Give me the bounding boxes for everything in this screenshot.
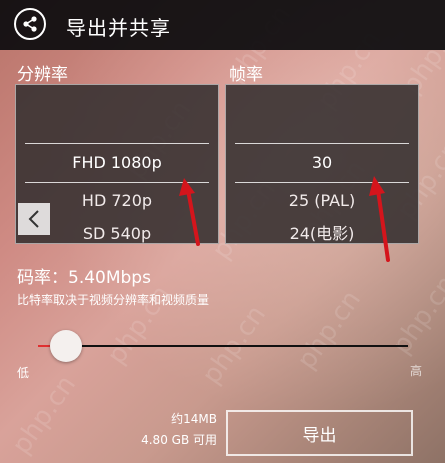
header-bar: 导出并共享 bbox=[0, 0, 445, 50]
framerate-label: 帧率 bbox=[229, 65, 263, 85]
resolution-option-selected[interactable]: FHD 1080p bbox=[16, 148, 218, 178]
framerate-picker[interactable]: 30 25 (PAL) 24(电影) bbox=[225, 84, 419, 244]
selection-line bbox=[25, 143, 209, 144]
framerate-option[interactable]: 24(电影) bbox=[226, 219, 418, 249]
selection-line bbox=[235, 143, 409, 144]
bitrate-label: 码率：5.40Mbps bbox=[17, 268, 151, 288]
quality-slider-thumb[interactable] bbox=[50, 330, 82, 362]
bitrate-description: 比特率取决于视频分辨率和视频质量 bbox=[17, 293, 210, 307]
storage-available: 4.80 GB 可用 bbox=[141, 433, 217, 447]
export-button[interactable]: 导出 bbox=[226, 410, 413, 456]
resolution-label: 分辨率 bbox=[17, 65, 68, 85]
framerate-option[interactable]: 25 (PAL) bbox=[226, 186, 418, 216]
chevron-left-icon bbox=[28, 210, 39, 228]
slider-high-label: 高 bbox=[410, 364, 423, 378]
share-button[interactable] bbox=[14, 8, 46, 40]
share-icon bbox=[23, 16, 37, 32]
selection-line bbox=[235, 182, 409, 183]
watermark: php.cn bbox=[291, 285, 367, 375]
size-estimate: 约14MB bbox=[171, 412, 217, 426]
back-button[interactable] bbox=[18, 203, 50, 235]
selection-line bbox=[25, 182, 209, 183]
quality-slider-track[interactable] bbox=[38, 345, 408, 347]
framerate-option-selected[interactable]: 30 bbox=[226, 148, 418, 178]
slider-low-label: 低 bbox=[17, 366, 30, 380]
page-title: 导出并共享 bbox=[66, 16, 171, 40]
watermark: php.cn bbox=[6, 370, 82, 460]
